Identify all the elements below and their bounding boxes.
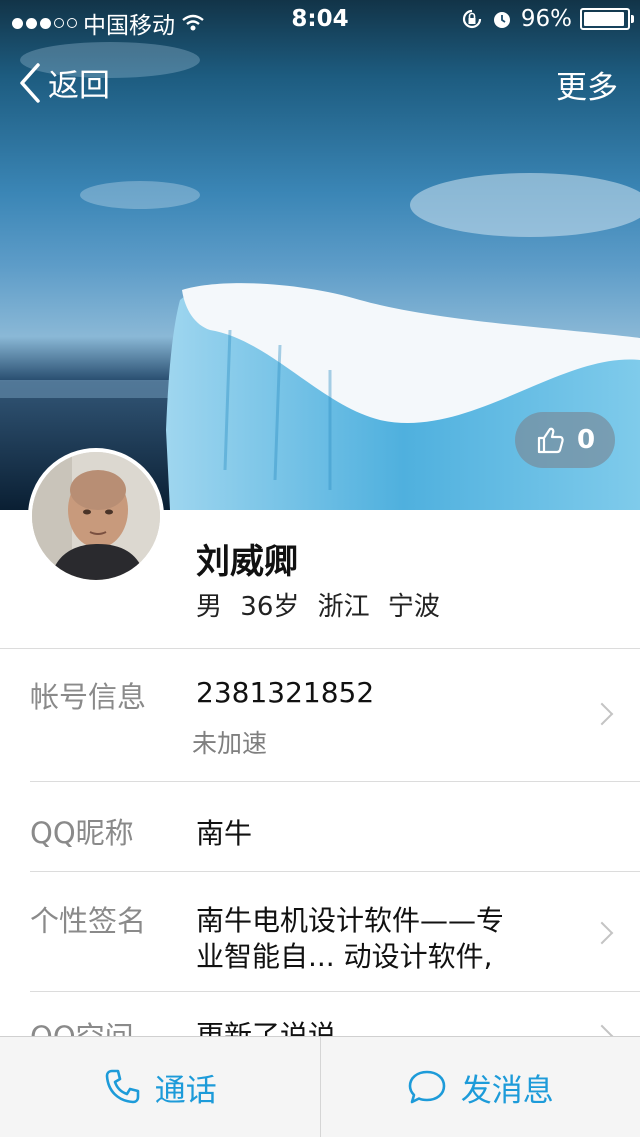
back-label: 返回 bbox=[48, 60, 110, 105]
account-info-label: 帐号信息 bbox=[30, 674, 146, 716]
profile-cover-image[interactable]: 中国移动 8:04 96% 返回 更多 bbox=[0, 0, 640, 510]
profile-meta: 男 36岁 浙江 宁波 bbox=[196, 586, 440, 623]
divider bbox=[0, 648, 640, 649]
send-message-label: 发消息 bbox=[461, 1065, 554, 1110]
phone-icon bbox=[103, 1068, 141, 1106]
profile-province: 浙江 bbox=[318, 592, 370, 622]
avatar[interactable] bbox=[28, 448, 164, 584]
bottom-action-bar: 通话 发消息 bbox=[0, 1036, 640, 1137]
profile-age: 36岁 bbox=[240, 592, 299, 622]
more-button[interactable]: 更多 bbox=[556, 62, 618, 107]
chevron-left-icon bbox=[18, 61, 42, 105]
divider bbox=[30, 871, 640, 872]
qq-number: 2381321852 bbox=[196, 676, 374, 709]
profile-name: 刘威卿 bbox=[196, 534, 298, 583]
back-button[interactable]: 返回 bbox=[18, 60, 110, 105]
profile-gender: 男 bbox=[196, 592, 222, 622]
profile-city: 宁波 bbox=[388, 592, 440, 622]
call-button[interactable]: 通话 bbox=[0, 1037, 320, 1137]
divider bbox=[30, 781, 640, 782]
avatar-photo bbox=[32, 452, 160, 580]
signature-label: 个性签名 bbox=[30, 898, 146, 940]
chevron-right-icon bbox=[591, 922, 614, 945]
rotation-lock-icon bbox=[461, 8, 483, 30]
chat-bubble-icon bbox=[407, 1068, 447, 1106]
chevron-right-icon bbox=[591, 703, 614, 726]
like-button[interactable]: 0 bbox=[515, 412, 615, 468]
send-message-button[interactable]: 发消息 bbox=[321, 1037, 640, 1137]
battery-percent: 96% bbox=[521, 6, 572, 32]
battery-icon bbox=[580, 8, 630, 30]
signature-line-1: 南牛电机设计软件——专 bbox=[196, 899, 504, 939]
like-count: 0 bbox=[577, 425, 595, 455]
nickname-value: 南牛 bbox=[196, 812, 252, 852]
status-bar: 中国移动 8:04 96% bbox=[0, 0, 640, 40]
call-label: 通话 bbox=[155, 1065, 217, 1110]
divider bbox=[30, 991, 640, 992]
acceleration-status: 未加速 bbox=[192, 724, 267, 760]
thumbs-up-icon bbox=[535, 425, 565, 455]
nickname-label: QQ昵称 bbox=[30, 810, 134, 852]
alarm-icon bbox=[491, 8, 513, 30]
signature-line-2: 业智能自... 动设计软件, bbox=[196, 935, 493, 975]
